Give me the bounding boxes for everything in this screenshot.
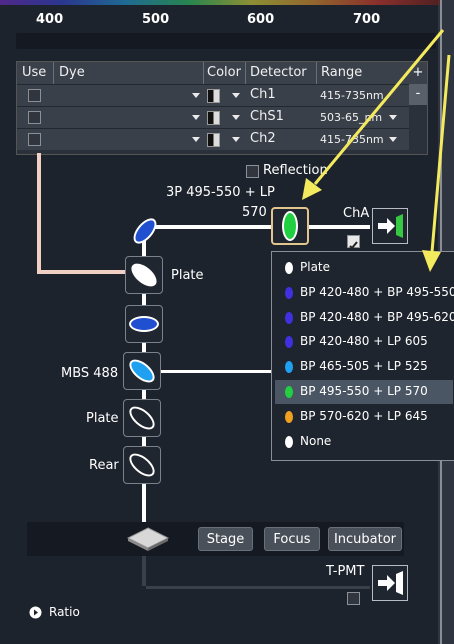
- detector-name: Ch1: [250, 87, 276, 102]
- mbs-selector[interactable]: [123, 352, 161, 390]
- table-row[interactable]: Ch1 415-735nm: [17, 84, 409, 106]
- range-value[interactable]: 415-735nm: [320, 133, 384, 146]
- range-value[interactable]: 503-65_nm: [320, 111, 382, 124]
- green-filter-icon: [282, 211, 298, 241]
- rear-selector[interactable]: [123, 446, 161, 484]
- tpmt-checkbox[interactable]: [347, 592, 360, 605]
- color-swatch[interactable]: [207, 89, 220, 103]
- emission-filter-selector[interactable]: [271, 207, 309, 245]
- color-dropdown-arrow[interactable]: [232, 137, 240, 142]
- dropdown-option[interactable]: None: [275, 430, 453, 454]
- spectrum-slider-track[interactable]: [16, 33, 436, 49]
- ratio-label[interactable]: Ratio: [49, 605, 80, 619]
- reflection-label: Reflection: [263, 163, 328, 178]
- range-dropdown-arrow[interactable]: [389, 115, 397, 120]
- filter-dot-icon: [285, 386, 293, 398]
- filter-label-line2: 570: [242, 205, 267, 220]
- detector-exit-icon: [378, 214, 403, 238]
- rear-port-icon: [125, 449, 159, 481]
- detector-table: Use Dye Color Detector Range + - Ch1 415…: [16, 61, 428, 155]
- dropdown-option[interactable]: BP 420-480 + BP 495-620: [275, 306, 454, 330]
- header-color[interactable]: Color: [207, 65, 241, 80]
- header-range[interactable]: Range: [321, 65, 362, 80]
- detector-name: Ch2: [250, 131, 276, 146]
- table-row[interactable]: ChS1 503-65_nm: [17, 106, 409, 128]
- stage-icon: [126, 527, 170, 551]
- focus-button[interactable]: Focus: [264, 527, 320, 551]
- emission-path-horizontal: [142, 225, 370, 229]
- cha-label: ChA: [343, 206, 370, 221]
- dye-dropdown-arrow[interactable]: [192, 115, 200, 120]
- incubator-button[interactable]: Incubator: [328, 527, 402, 551]
- emission-filter-dropdown: Plate BP 420-480 + BP 495-550 BP 420-480…: [271, 251, 454, 461]
- add-row-button[interactable]: +: [409, 62, 427, 84]
- use-checkbox[interactable]: [28, 133, 41, 146]
- range-dropdown-arrow[interactable]: [389, 137, 397, 142]
- dropdown-option-selected[interactable]: BP 495-550 + LP 570: [275, 380, 453, 404]
- rear-label: Rear: [89, 458, 119, 473]
- expand-ratio-icon[interactable]: [29, 606, 42, 619]
- use-checkbox[interactable]: [28, 89, 41, 102]
- filter-dot-icon: [285, 411, 293, 423]
- upper-mirror[interactable]: [128, 214, 161, 248]
- plate-icon: [127, 259, 161, 291]
- spectrum-gradient: [0, 0, 440, 5]
- range-value[interactable]: 415-735nm: [320, 89, 384, 102]
- checkmark-icon: [349, 241, 358, 250]
- color-swatch[interactable]: [207, 133, 220, 147]
- filter-dot-icon: [285, 336, 293, 348]
- tpmt-path-horizontal: [146, 586, 370, 589]
- scale-tick-600: 600: [247, 12, 275, 27]
- mirror-icon: [129, 214, 161, 248]
- stage-button[interactable]: Stage: [198, 527, 253, 551]
- plate-label: Plate: [171, 268, 204, 283]
- use-checkbox[interactable]: [28, 111, 41, 124]
- detector-exit-icon: [378, 571, 403, 595]
- color-dropdown-arrow[interactable]: [232, 115, 240, 120]
- blue-filter-icon: [129, 316, 159, 332]
- scale-tick-500: 500: [142, 12, 170, 27]
- filter-dot-icon: [285, 262, 293, 274]
- remove-row-button[interactable]: -: [409, 84, 427, 105]
- dropdown-option[interactable]: BP 420-480 + BP 495-550: [275, 281, 454, 305]
- filter-dot-icon: [285, 287, 293, 299]
- dropdown-option[interactable]: BP 465-505 + LP 525: [275, 355, 453, 379]
- plate-selector[interactable]: [125, 256, 163, 294]
- mbs-path: [158, 370, 273, 373]
- tpmt-detector-button[interactable]: [372, 565, 408, 601]
- dropdown-option[interactable]: BP 570-620 + LP 645: [275, 405, 453, 429]
- plate2-selector[interactable]: [123, 399, 161, 437]
- dropdown-option[interactable]: BP 420-480 + LP 605: [275, 330, 453, 354]
- reflection-checkbox[interactable]: [246, 165, 259, 178]
- table-header: Use Dye Color Detector Range: [17, 62, 427, 84]
- detector-name: ChS1: [250, 109, 284, 124]
- dye-dropdown-arrow[interactable]: [192, 93, 200, 98]
- header-detector[interactable]: Detector: [250, 65, 307, 80]
- color-dropdown-arrow[interactable]: [232, 93, 240, 98]
- dropdown-option[interactable]: Plate: [275, 256, 453, 280]
- transmitted-path-horizontal: [37, 270, 125, 274]
- scale-tick-400: 400: [36, 12, 64, 27]
- mbs-label: MBS 488: [61, 366, 119, 381]
- table-row[interactable]: Ch2 415-735nm: [17, 128, 409, 150]
- header-use[interactable]: Use: [22, 65, 46, 80]
- color-swatch[interactable]: [207, 111, 220, 125]
- scale-tick-700: 700: [353, 12, 381, 27]
- filter-wheel-selector[interactable]: [125, 305, 163, 343]
- filter-dot-icon: [285, 436, 293, 448]
- header-dye[interactable]: Dye: [59, 65, 85, 80]
- tpmt-label: T-PMT: [326, 564, 365, 579]
- plate2-label: Plate: [86, 411, 119, 426]
- dye-dropdown-arrow[interactable]: [192, 137, 200, 142]
- transmitted-path-vertical: [37, 153, 41, 273]
- filter-label-line1: 3P 495-550 + LP: [166, 185, 275, 200]
- filter-dot-icon: [285, 361, 293, 373]
- cha-detector-button[interactable]: [372, 208, 408, 244]
- beam-splitter-icon: [125, 355, 159, 387]
- plate-icon: [125, 402, 159, 434]
- filter-dot-icon: [285, 312, 293, 324]
- cha-checkbox[interactable]: [347, 235, 360, 250]
